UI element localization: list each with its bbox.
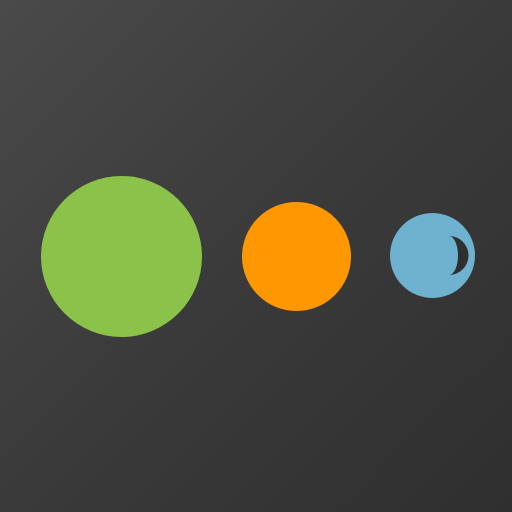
green-circle-icon bbox=[41, 176, 202, 337]
app-icon-canvas bbox=[0, 0, 512, 512]
crescent-moon-icon bbox=[449, 236, 469, 275]
blue-moon-circle-icon bbox=[390, 213, 475, 298]
orange-circle-icon bbox=[242, 202, 351, 311]
crescent-moon-shape bbox=[449, 236, 469, 275]
